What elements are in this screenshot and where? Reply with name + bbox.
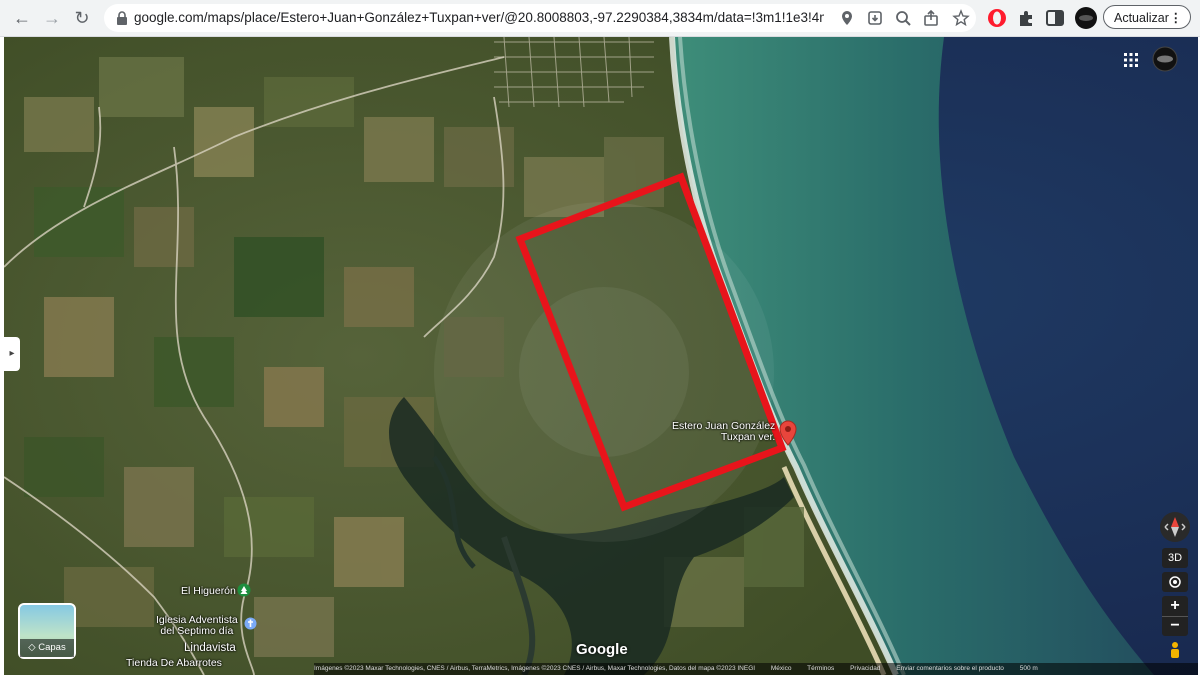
church-icon[interactable]: [244, 617, 257, 630]
update-button-label: Actualizar: [1114, 11, 1169, 25]
update-button[interactable]: Actualizar ⋮: [1103, 5, 1191, 29]
footer-link-terms[interactable]: Términos: [807, 665, 834, 672]
layers-button[interactable]: ◇ Capas: [18, 603, 76, 659]
imagery-attribution: Imágenes ©2023 Maxar Technologies, CNES …: [314, 665, 756, 672]
attribution-bar: Imágenes ©2023 Maxar Technologies, CNES …: [314, 663, 1198, 675]
zoom-out-button[interactable]: −: [1162, 616, 1188, 637]
location-pin-icon[interactable]: [838, 9, 856, 27]
browser-toolbar: ← → ↻ google.com/maps/place/Estero+Juan+…: [0, 0, 1200, 37]
expand-panel-arrow-icon[interactable]: ▸: [4, 337, 20, 371]
back-arrow-icon[interactable]: ←: [10, 6, 34, 30]
opera-extension-icon[interactable]: [986, 7, 1008, 29]
view-3d-button[interactable]: 3D: [1162, 548, 1188, 568]
poi-label-church[interactable]: Iglesia Adventista del Septimo día: [156, 615, 238, 637]
scale-bar[interactable]: 500 m: [1020, 665, 1038, 672]
place-pin-icon[interactable]: [778, 420, 798, 446]
footer-link-feedback[interactable]: Enviar comentarios sobre el producto: [896, 665, 1004, 672]
address-bar[interactable]: google.com/maps/place/Estero+Juan+Gonzál…: [104, 4, 976, 32]
account-avatar[interactable]: [1152, 46, 1178, 72]
zoom-controls: + −: [1162, 596, 1188, 636]
more-menu-icon[interactable]: ⋮: [1170, 6, 1183, 30]
satellite-imagery: [4, 37, 1198, 675]
footer-link-privacy[interactable]: Privacidad: [850, 665, 880, 672]
side-panel-icon[interactable]: [1044, 7, 1066, 29]
compass-control[interactable]: [1160, 512, 1190, 542]
park-icon[interactable]: [237, 583, 251, 597]
share-icon[interactable]: [922, 9, 940, 27]
google-logo: Google: [576, 641, 628, 658]
url-text: google.com/maps/place/Estero+Juan+Gonzál…: [134, 10, 824, 25]
compass-icon: [1164, 517, 1186, 537]
layers-label: ◇ Capas: [20, 639, 74, 657]
profile-avatar[interactable]: [1074, 6, 1098, 30]
poi-label-higueron[interactable]: El Higuerón: [181, 585, 236, 597]
my-location-button[interactable]: [1162, 572, 1188, 592]
reload-icon[interactable]: ↻: [70, 6, 94, 30]
layers-icon: ◇: [28, 642, 36, 653]
footer-link-country[interactable]: México: [771, 665, 792, 672]
lock-icon: [117, 11, 127, 25]
zoom-icon[interactable]: [894, 9, 912, 27]
extensions-puzzle-icon[interactable]: [1016, 7, 1038, 29]
poi-label-lindavista[interactable]: Lindavista: [184, 642, 236, 654]
install-app-icon[interactable]: [866, 9, 884, 27]
forward-arrow-icon[interactable]: →: [40, 6, 64, 30]
satellite-map[interactable]: Estero Juan González Tuxpan ver. El Higu…: [4, 37, 1198, 675]
place-label-line2: Tuxpan ver.: [720, 431, 776, 443]
place-label[interactable]: Estero Juan González Tuxpan ver.: [672, 421, 775, 443]
poi-label-store[interactable]: Tienda De Abarrotes: [126, 657, 222, 669]
zoom-in-button[interactable]: +: [1162, 596, 1188, 616]
bookmark-star-icon[interactable]: [952, 9, 970, 27]
street-view-pegman-icon[interactable]: [1167, 641, 1183, 661]
apps-grid-icon[interactable]: [1124, 53, 1138, 67]
my-location-icon: [1169, 576, 1181, 588]
